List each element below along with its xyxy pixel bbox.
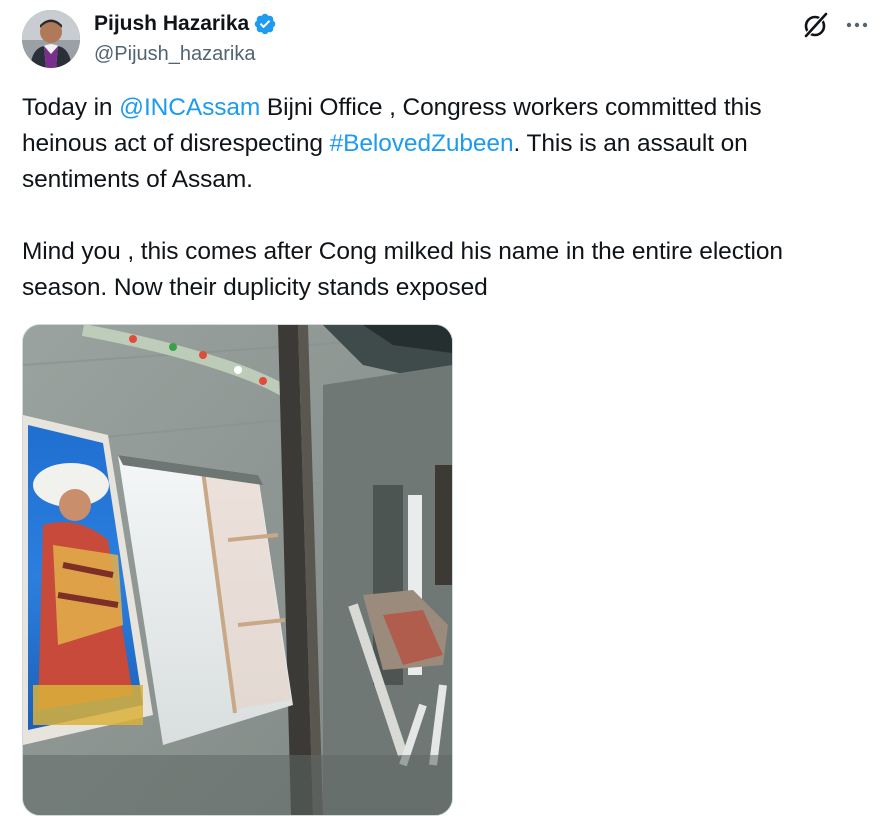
- verified-badge-icon: [253, 12, 277, 36]
- mention-link[interactable]: @INCAssam: [119, 94, 260, 121]
- avatar-image: [22, 10, 80, 68]
- author-handle[interactable]: @Pijush_hazarika: [94, 41, 256, 67]
- author-name-row: Pijush Hazarika: [94, 10, 277, 38]
- tweet-line-3: sentiments of Assam.: [22, 166, 253, 193]
- tweet-text-segment: . This is an assault on: [513, 130, 748, 157]
- tweet-text-segment: Bijni Office , Congress workers committe…: [260, 94, 762, 121]
- more-options-icon[interactable]: [842, 12, 872, 38]
- hashtag-link[interactable]: #BelovedZubeen: [330, 130, 514, 157]
- avatar[interactable]: [22, 10, 80, 68]
- video-frame: [23, 325, 452, 815]
- tweet-line-5: season. Now their duplicity stands expos…: [22, 274, 488, 301]
- grok-icon[interactable]: [801, 10, 831, 40]
- tweet-line-1: Today in @INCAssam Bijni Office , Congre…: [22, 90, 862, 126]
- tweet-line-2: heinous act of disrespecting #BelovedZub…: [22, 126, 862, 162]
- tweet: Pijush Hazarika @Pijush_hazarika Today i…: [0, 0, 880, 816]
- tweet-line-4: Mind you , this comes after Cong milked …: [22, 238, 783, 265]
- tweet-text-segment: Today in: [22, 94, 120, 121]
- author-display-name[interactable]: Pijush Hazarika: [94, 10, 249, 38]
- tweet-text-segment: heinous act of disrespecting: [22, 130, 330, 157]
- tweet-text: Today in @INCAssam Bijni Office , Congre…: [22, 90, 862, 306]
- tweet-video[interactable]: [22, 324, 453, 816]
